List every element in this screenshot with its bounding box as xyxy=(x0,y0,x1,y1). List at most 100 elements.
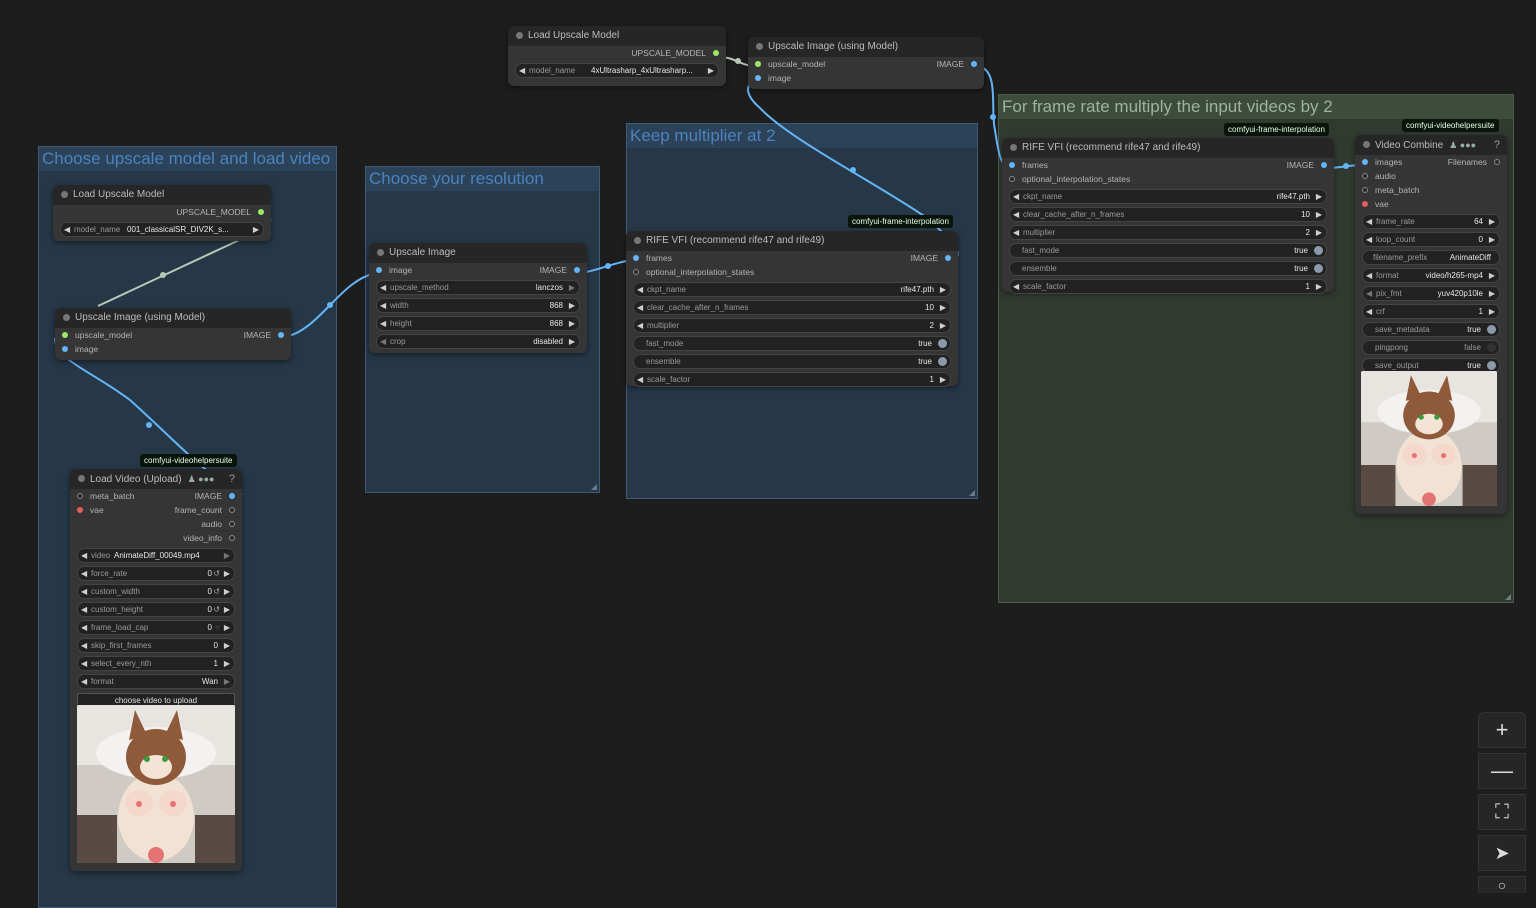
widget-model-name[interactable]: ◀ model_name 001_classicalSR_DIV2K_s... ▶ xyxy=(60,222,264,237)
output-pin[interactable] xyxy=(229,535,235,541)
arrow-right-icon[interactable]: ▶ xyxy=(1489,215,1495,228)
zoom-in-button[interactable]: + xyxy=(1478,712,1526,748)
toggle-knob-icon[interactable] xyxy=(1314,246,1323,255)
arrow-right-icon[interactable]: ▶ xyxy=(224,549,230,562)
widget-ckpt-name[interactable]: ◀ ckpt_name rife47.pth ▶ xyxy=(633,282,951,297)
widget-crop[interactable]: ◀ crop disabled ▶ xyxy=(376,334,580,349)
widget-select-every-nth[interactable]: ◀ select_every_nth 1 ▶ xyxy=(77,656,235,671)
arrow-left-icon[interactable]: ◀ xyxy=(81,657,87,670)
arrow-right-icon[interactable]: ▶ xyxy=(1489,233,1495,246)
node-title[interactable]: RIFE VFI (recommend rife47 and rife49) xyxy=(626,231,958,251)
input-pin[interactable] xyxy=(62,332,68,338)
arrow-left-icon[interactable]: ◀ xyxy=(1366,215,1372,228)
node-title[interactable]: Upscale Image (using Model) xyxy=(748,37,984,57)
collapse-dot[interactable] xyxy=(634,237,641,244)
node-load-video-upload[interactable]: Load Video (Upload) ♟ ●●●? meta_batch IMAG… xyxy=(70,469,242,871)
collapse-dot[interactable] xyxy=(78,475,85,482)
widget-fast-mode[interactable]: fast_mode true xyxy=(1009,243,1327,258)
widget-scale-factor[interactable]: ◀ scale_factor 1 ▶ xyxy=(633,372,951,387)
widget-upscale-method[interactable]: ◀ upscale_method lanczos ▶ xyxy=(376,280,580,295)
collapse-dot[interactable] xyxy=(63,314,70,321)
arrow-left-icon[interactable]: ◀ xyxy=(1013,208,1019,221)
reset-icon[interactable]: ↺ xyxy=(213,603,220,616)
toggle-knob-icon[interactable] xyxy=(938,339,947,348)
collapse-dot[interactable] xyxy=(1363,141,1370,148)
collapse-dot[interactable] xyxy=(756,43,763,50)
widget-fast-mode[interactable]: fast_mode true xyxy=(633,336,951,351)
node-title[interactable]: RIFE VFI (recommend rife47 and rife49) xyxy=(1002,138,1334,158)
arrow-right-icon[interactable]: ▶ xyxy=(940,319,946,332)
toggle-knob-icon[interactable] xyxy=(1487,343,1496,352)
input-pin[interactable] xyxy=(77,493,83,499)
link-midpoint[interactable] xyxy=(160,272,166,278)
arrow-left-icon[interactable]: ◀ xyxy=(637,301,643,314)
reset-icon[interactable]: ↺ xyxy=(213,567,220,580)
widget-clear-cache[interactable]: ◀ clear_cache_after_n_frames 10 ▶ xyxy=(633,300,951,315)
input-pin[interactable] xyxy=(1009,176,1015,182)
arrow-left-icon[interactable]: ◀ xyxy=(1366,287,1372,300)
arrow-left-icon[interactable]: ◀ xyxy=(1366,269,1372,282)
output-pin[interactable] xyxy=(229,507,235,513)
widget-format[interactable]: ◀ format Wan ▶ xyxy=(77,674,235,689)
widget-skip-first-frames[interactable]: ◀ skip_first_frames 0 ▶ xyxy=(77,638,235,653)
arrow-right-icon[interactable]: ▶ xyxy=(940,373,946,386)
arrow-left-icon[interactable]: ◀ xyxy=(637,283,643,296)
collapse-dot[interactable] xyxy=(516,32,523,39)
arrow-right-icon[interactable]: ▶ xyxy=(1316,226,1322,239)
arrow-right-icon[interactable]: ▶ xyxy=(224,675,230,688)
widget-loop-count[interactable]: ◀ loop_count 0 ▶ xyxy=(1362,232,1500,247)
input-pin[interactable] xyxy=(1362,173,1368,179)
toggle-knob-icon[interactable] xyxy=(938,357,947,366)
arrow-right-icon[interactable]: ▶ xyxy=(1316,190,1322,203)
widget-custom-height[interactable]: ◀ custom_height 0 ↺ ▶ xyxy=(77,602,235,617)
widget-height[interactable]: ◀ height 868 ▶ xyxy=(376,316,580,331)
input-pin[interactable] xyxy=(633,269,639,275)
widget-pix-fmt[interactable]: ◀ pix_fmt yuv420p10le ▶ xyxy=(1362,286,1500,301)
arrow-left-icon[interactable]: ◀ xyxy=(380,299,386,312)
video-output-preview[interactable] xyxy=(1361,371,1497,506)
arrow-right-icon[interactable]: ▶ xyxy=(940,301,946,314)
output-pin[interactable] xyxy=(229,493,235,499)
widget-multiplier[interactable]: ◀ multiplier 2 ▶ xyxy=(1009,225,1327,240)
node-rife-vfi-right[interactable]: RIFE VFI (recommend rife47 and rife49) f… xyxy=(1002,138,1334,294)
arrow-left-icon[interactable]: ◀ xyxy=(64,223,70,236)
arrow-left-icon[interactable]: ◀ xyxy=(81,675,87,688)
node-upscale-image-model-left[interactable]: Upscale Image (using Model) upscale_mode… xyxy=(55,308,291,360)
zoom-out-button[interactable]: — xyxy=(1478,753,1526,789)
output-pin[interactable] xyxy=(945,255,951,261)
arrow-right-icon[interactable]: ▶ xyxy=(569,281,575,294)
arrow-left-icon[interactable]: ◀ xyxy=(380,335,386,348)
output-pin[interactable] xyxy=(229,521,235,527)
node-title[interactable]: Load Video (Upload) ♟ ●●●? xyxy=(70,469,242,489)
widget-filename-prefix[interactable]: filename_prefix AnimateDiff xyxy=(1362,250,1500,265)
input-pin[interactable] xyxy=(376,267,382,273)
arrow-right-icon[interactable]: ▶ xyxy=(224,621,230,634)
arrow-left-icon[interactable]: ◀ xyxy=(1366,233,1372,246)
node-upscale-image-model-top[interactable]: Upscale Image (using Model) upscale_mode… xyxy=(748,37,984,89)
arrow-left-icon[interactable]: ◀ xyxy=(81,639,87,652)
node-rife-vfi-mid[interactable]: RIFE VFI (recommend rife47 and rife49) f… xyxy=(626,231,958,387)
arrow-left-icon[interactable]: ◀ xyxy=(1013,280,1019,293)
link-midpoint[interactable] xyxy=(146,422,152,428)
arrow-left-icon[interactable]: ◀ xyxy=(380,317,386,330)
widget-clear-cache[interactable]: ◀ clear_cache_after_n_frames 10 ▶ xyxy=(1009,207,1327,222)
arrow-left-icon[interactable]: ◀ xyxy=(380,281,386,294)
widget-force-rate[interactable]: ◀ force_rate 0 ↺ ▶ xyxy=(77,566,235,581)
help-icon[interactable]: ? xyxy=(1494,135,1500,155)
widget-multiplier[interactable]: ◀ multiplier 2 ▶ xyxy=(633,318,951,333)
arrow-right-icon[interactable]: ▶ xyxy=(940,283,946,296)
arrow-right-icon[interactable]: ▶ xyxy=(224,657,230,670)
arrow-right-icon[interactable]: ▶ xyxy=(253,223,259,236)
locate-button[interactable]: ➤ xyxy=(1478,835,1526,871)
widget-format[interactable]: ◀ format video/h265-mp4 ▶ xyxy=(1362,268,1500,283)
widget-custom-width[interactable]: ◀ custom_width 0 ↺ ▶ xyxy=(77,584,235,599)
widget-scale-factor[interactable]: ◀ scale_factor 1 ▶ xyxy=(1009,279,1327,294)
link-midpoint[interactable] xyxy=(1343,163,1349,169)
output-pin[interactable] xyxy=(574,267,580,273)
arrow-left-icon[interactable]: ◀ xyxy=(519,64,525,77)
node-title[interactable]: Video Combine ♟ ●●●? xyxy=(1355,135,1507,155)
widget-pingpong[interactable]: pingpong false xyxy=(1362,340,1500,355)
help-icon[interactable]: ? xyxy=(229,469,235,489)
arrow-right-icon[interactable]: ▶ xyxy=(224,585,230,598)
link-midpoint[interactable] xyxy=(327,302,333,308)
